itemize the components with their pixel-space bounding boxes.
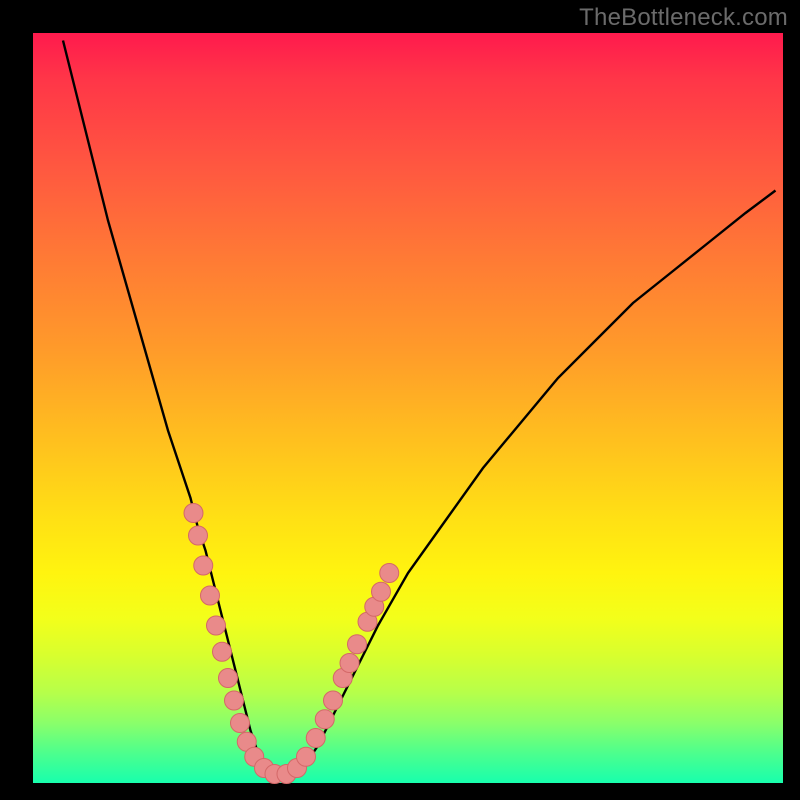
highlight-dot bbox=[184, 504, 203, 523]
highlight-dot bbox=[194, 556, 213, 575]
highlight-dot bbox=[306, 729, 325, 748]
highlight-dot bbox=[219, 669, 238, 688]
bottleneck-curve bbox=[63, 41, 776, 780]
highlight-dot bbox=[231, 714, 250, 733]
chart-svg bbox=[33, 33, 783, 783]
watermark-text: TheBottleneck.com bbox=[579, 4, 788, 32]
highlight-dot bbox=[207, 616, 226, 635]
highlight-dot bbox=[297, 747, 316, 766]
highlight-dot bbox=[201, 586, 220, 605]
chart-frame: TheBottleneck.com bbox=[0, 0, 800, 800]
highlight-dot bbox=[324, 691, 343, 710]
highlight-dot bbox=[315, 710, 334, 729]
highlight-dot bbox=[213, 642, 232, 661]
highlight-dot bbox=[340, 654, 359, 673]
highlight-dot bbox=[225, 691, 244, 710]
highlight-dot bbox=[348, 635, 367, 654]
highlight-dot bbox=[372, 582, 391, 601]
highlight-dots bbox=[184, 504, 399, 784]
plot-area bbox=[33, 33, 783, 783]
highlight-dot bbox=[380, 564, 399, 583]
highlight-dot bbox=[189, 526, 208, 545]
